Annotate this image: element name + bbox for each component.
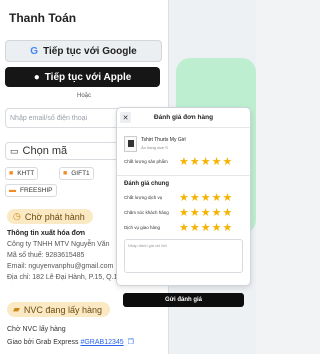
invoice-email: Email: nguyenvanphu@gmail.com bbox=[7, 263, 114, 270]
star-icon[interactable]: ★ bbox=[223, 223, 233, 234]
voucher-icon: ▭ bbox=[10, 145, 19, 156]
service-quality-stars[interactable]: ★ ★ ★ ★ ★ bbox=[179, 193, 233, 204]
star-icon[interactable]: ★ bbox=[223, 208, 233, 219]
or-divider: Hoặc bbox=[76, 93, 91, 99]
invoice-company: Công ty TNHH MTV Nguyễn Văn bbox=[7, 241, 110, 248]
truck-icon: ▰ bbox=[13, 304, 20, 314]
voucher-chip-freeship[interactable]: ▬ FREESHIP bbox=[5, 184, 57, 197]
star-icon[interactable]: ★ bbox=[201, 208, 211, 219]
product-quality-label: Chất lượng sản phẩm bbox=[124, 159, 168, 164]
chip-label: FREESHIP bbox=[20, 187, 53, 194]
invoice-address: Địa chỉ: 182 Lê Đại Hành, P.15, Q.11 bbox=[7, 274, 121, 281]
comment-textarea[interactable]: Nhập đánh giá chi tiết bbox=[124, 239, 243, 273]
customer-care-stars[interactable]: ★ ★ ★ ★ ★ bbox=[179, 208, 233, 219]
star-icon[interactable]: ★ bbox=[201, 157, 211, 168]
star-icon[interactable]: ★ bbox=[212, 157, 222, 168]
star-icon[interactable]: ★ bbox=[212, 193, 222, 204]
star-icon[interactable]: ★ bbox=[212, 208, 222, 219]
apple-icon: ● bbox=[33, 71, 40, 83]
star-icon[interactable]: ★ bbox=[212, 223, 222, 234]
star-icon[interactable]: ★ bbox=[190, 193, 200, 204]
customer-care-label: Chăm sóc khách hàng bbox=[124, 210, 169, 215]
page-title: Thanh Toán bbox=[9, 11, 77, 25]
star-icon[interactable]: ★ bbox=[190, 208, 200, 219]
product-quality-stars[interactable]: ★ ★ ★ ★ ★ bbox=[179, 157, 233, 168]
rating-modal: ✕ Đánh giá đơn hàng Tshirt Thurts My Gir… bbox=[116, 107, 251, 307]
product-name: Tshirt Thurts My Girl bbox=[141, 137, 186, 143]
voucher-label: Chọn mã bbox=[22, 145, 68, 157]
product-image bbox=[124, 136, 137, 152]
gift-icon: ■ bbox=[63, 170, 68, 177]
gift-icon: ■ bbox=[9, 170, 14, 177]
shipping-info: Giao bởi Grab Express #GRAB12345 ❐ bbox=[7, 338, 134, 346]
voucher-chip-khtt[interactable]: ■ KHTT bbox=[5, 167, 39, 180]
shipping-wait-text: Chờ NVC lấy hàng bbox=[7, 326, 66, 333]
star-icon[interactable]: ★ bbox=[179, 223, 189, 234]
truck-icon: ▬ bbox=[9, 187, 16, 194]
tracking-link[interactable]: #GRAB12345 bbox=[80, 339, 123, 346]
star-icon[interactable]: ★ bbox=[179, 157, 189, 168]
star-icon[interactable]: ★ bbox=[179, 208, 189, 219]
modal-title: Đánh giá đơn hàng bbox=[153, 114, 214, 121]
star-icon[interactable]: ★ bbox=[201, 193, 211, 204]
status-badge-issue: ◷ Chờ phát hành bbox=[7, 209, 93, 224]
shipping-via-text: Giao bởi Grab Express bbox=[7, 339, 79, 346]
general-rating-title: Đánh giá chung bbox=[124, 181, 169, 187]
star-icon[interactable]: ★ bbox=[223, 193, 233, 204]
status-shipping-label: NVC đang lấy hàng bbox=[23, 304, 102, 315]
divider bbox=[117, 127, 250, 128]
product-variant: Áo hàng size S bbox=[141, 145, 168, 150]
delivery-service-label: Dịch vụ giao hàng bbox=[124, 225, 161, 230]
submit-review-button[interactable]: Gửi đánh giá bbox=[123, 293, 244, 307]
google-login-label: Tiếp tục với Google bbox=[43, 45, 137, 57]
apple-login-label: Tiếp tục với Apple bbox=[44, 71, 132, 83]
status-issue-label: Chờ phát hành bbox=[24, 211, 85, 222]
google-login-button[interactable]: G Tiếp tục với Google bbox=[5, 40, 162, 62]
delivery-service-stars[interactable]: ★ ★ ★ ★ ★ bbox=[179, 223, 233, 234]
star-icon[interactable]: ★ bbox=[223, 157, 233, 168]
divider bbox=[117, 175, 250, 176]
service-quality-label: Chất lượng dịch vụ bbox=[124, 195, 163, 200]
copy-icon[interactable]: ❐ bbox=[128, 339, 134, 346]
voucher-chip-gift1[interactable]: ■ GIFT1 bbox=[59, 167, 94, 180]
star-icon[interactable]: ★ bbox=[179, 193, 189, 204]
chip-label: GIFT1 bbox=[71, 170, 90, 177]
star-icon[interactable]: ★ bbox=[190, 157, 200, 168]
invoice-tax-code: Mã số thuế: 9283615485 bbox=[7, 252, 85, 259]
apple-login-button[interactable]: ● Tiếp tục với Apple bbox=[5, 67, 160, 87]
invoice-heading: Thông tin xuất hóa đơn bbox=[7, 230, 86, 237]
google-icon: G bbox=[30, 45, 39, 57]
status-badge-shipping: ▰ NVC đang lấy hàng bbox=[7, 302, 110, 317]
clock-icon: ◷ bbox=[13, 211, 21, 221]
chip-label: KHTT bbox=[17, 170, 35, 177]
star-icon[interactable]: ★ bbox=[201, 223, 211, 234]
star-icon[interactable]: ★ bbox=[190, 223, 200, 234]
